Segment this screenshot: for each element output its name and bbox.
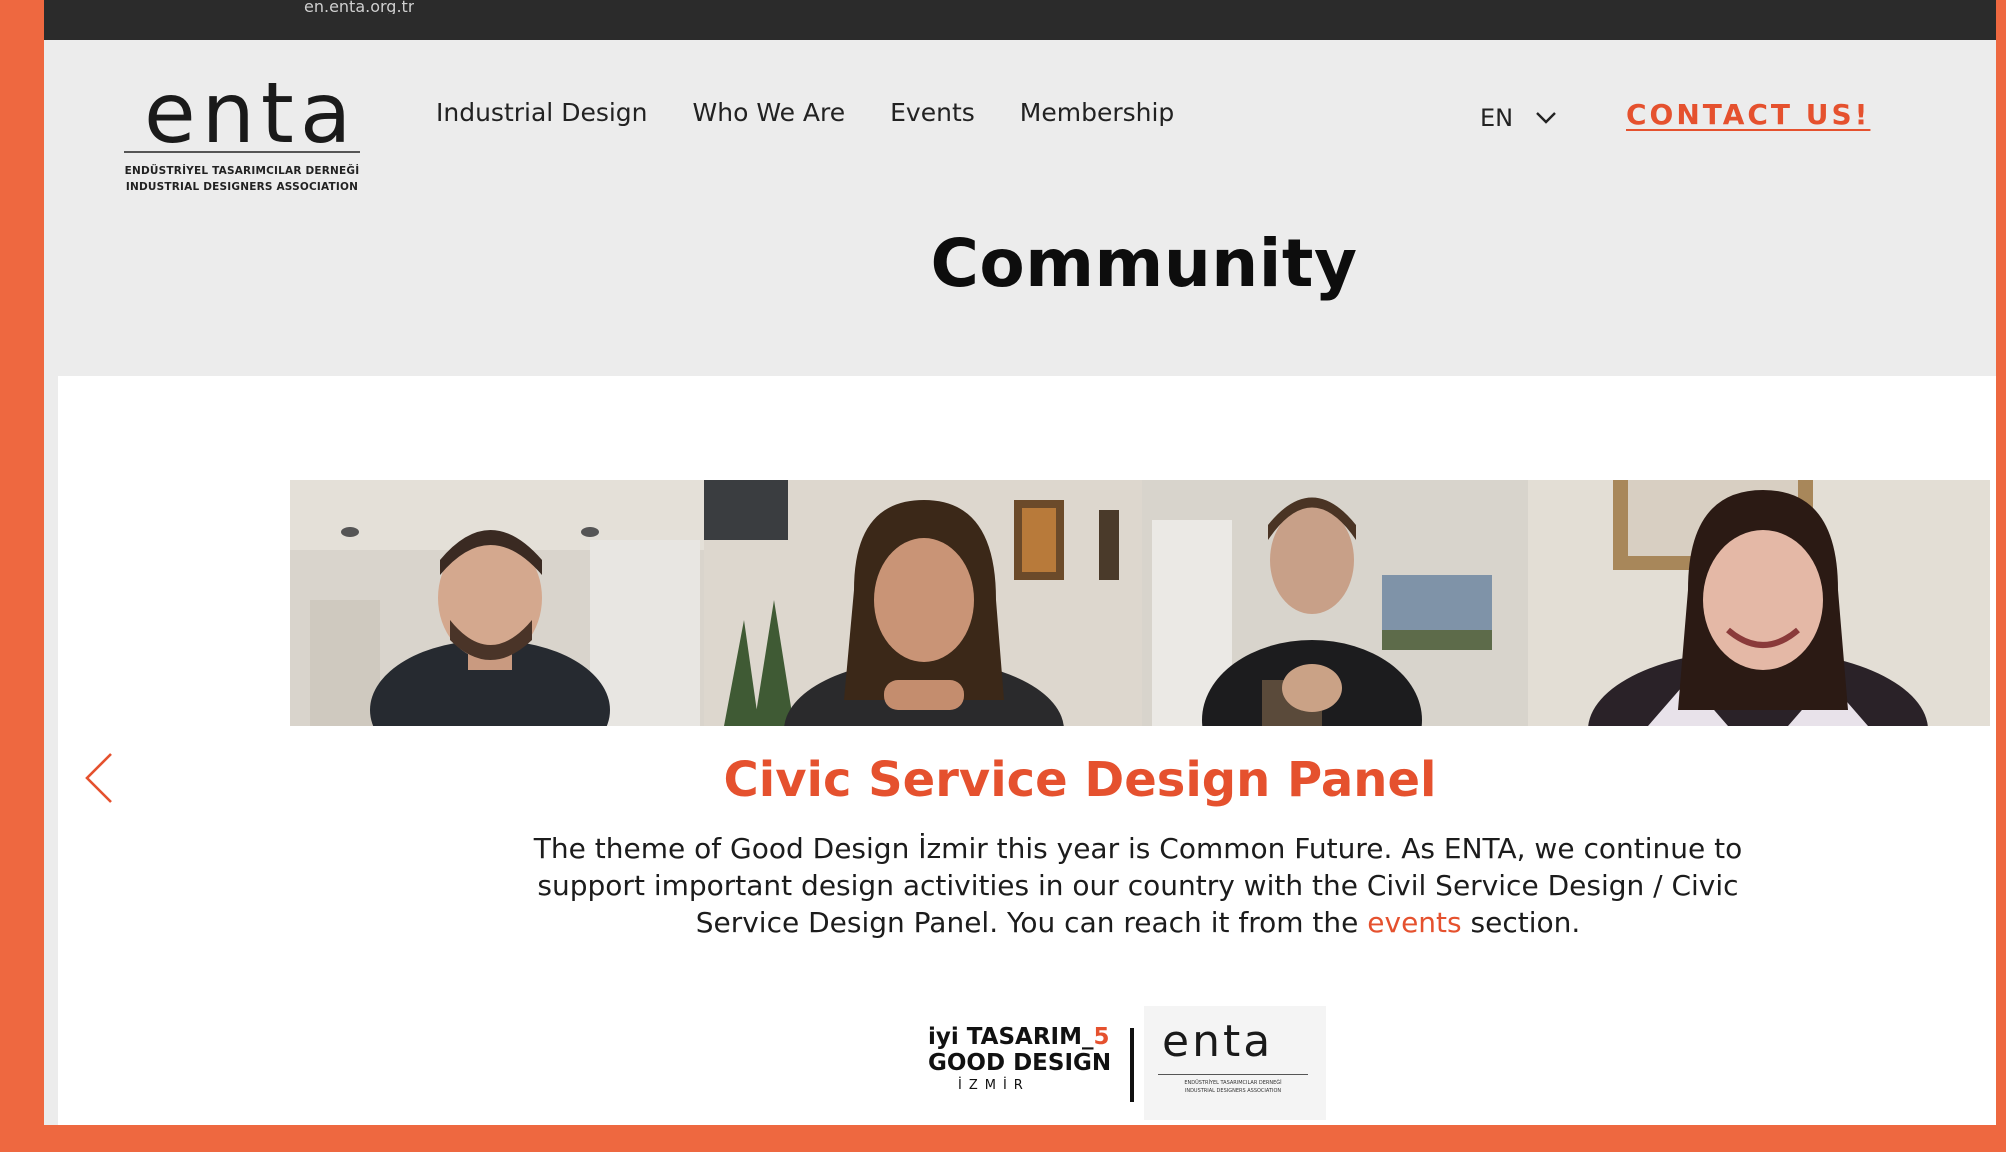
main-nav: Industrial Design Who We Are Events Memb…	[436, 98, 1174, 127]
partner-logos: iyi TASARIM_5 GOOD DESIGN İZMİR enta END…	[928, 1006, 1356, 1120]
nav-who-we-are[interactable]: Who We Are	[693, 98, 846, 127]
participant-photo-4	[1528, 480, 1990, 726]
logo-rule	[124, 151, 360, 153]
web-page: enta ENDÜSTRİYEL TASARIMCILAR DERNEĞİ IN…	[44, 40, 1996, 1125]
chevron-down-icon	[1535, 111, 1557, 125]
nav-industrial-design[interactable]: Industrial Design	[436, 98, 648, 127]
good-design-line2: GOOD DESIGN	[928, 1050, 1112, 1076]
slide-headline: Civic Service Design Panel	[723, 752, 1437, 808]
logo-subtitle-tr: ENDÜSTRİYEL TASARIMCILAR DERNEĞİ	[124, 165, 360, 177]
browser-bar: en.enta.org.tr	[44, 0, 1996, 40]
slider-content: Civic Service Design Panel The theme of …	[58, 376, 1996, 1125]
small-logo-subtitle-en: INDUSTRIAL DESIGNERS ASSOCIATION	[1184, 1088, 1282, 1094]
language-label: EN	[1480, 104, 1514, 132]
enta-logo[interactable]: enta ENDÜSTRİYEL TASARIMCILAR DERNEĞİ IN…	[124, 58, 360, 208]
page-title: Community	[930, 225, 1358, 302]
good-design-city: İZMİR	[958, 1078, 1030, 1093]
small-logo-rule	[1158, 1074, 1308, 1075]
nav-events[interactable]: Events	[890, 98, 975, 127]
description-text-end: section.	[1461, 906, 1581, 939]
good-design-izmir-logo: iyi TASARIM_5 GOOD DESIGN İZMİR	[928, 1024, 1128, 1093]
logo-subtitle-en: INDUSTRIAL DESIGNERS ASSOCIATION	[125, 181, 359, 193]
participant-photo-3	[1142, 480, 1528, 726]
logo-divider	[1130, 1028, 1134, 1102]
panel-photo	[290, 480, 1990, 726]
contact-us-link[interactable]: CONTACT US!	[1626, 98, 1870, 131]
slider-prev-button[interactable]	[84, 752, 114, 808]
events-link[interactable]: events	[1367, 906, 1461, 939]
slide-description: The theme of Good Design İzmir this year…	[518, 830, 1758, 941]
nav-membership[interactable]: Membership	[1020, 98, 1175, 127]
chevron-left-icon	[84, 753, 114, 808]
participant-photo-1	[290, 480, 704, 726]
browser-url[interactable]: en.enta.org.tr	[304, 0, 414, 14]
participant-photo-2	[704, 480, 1142, 726]
good-design-line1: iyi TASARIM_	[928, 1024, 1094, 1050]
good-design-edition: 5	[1093, 1024, 1110, 1050]
small-logo-subtitle-tr: ENDÜSTRİYEL TASARIMCILAR DERNEĞİ	[1184, 1080, 1282, 1086]
language-selector[interactable]: EN	[1480, 104, 1557, 132]
small-logo-wordmark: enta	[1162, 1016, 1274, 1067]
enta-small-logo: enta ENDÜSTRİYEL TASARIMCILAR DERNEĞİ IN…	[1144, 1006, 1326, 1120]
